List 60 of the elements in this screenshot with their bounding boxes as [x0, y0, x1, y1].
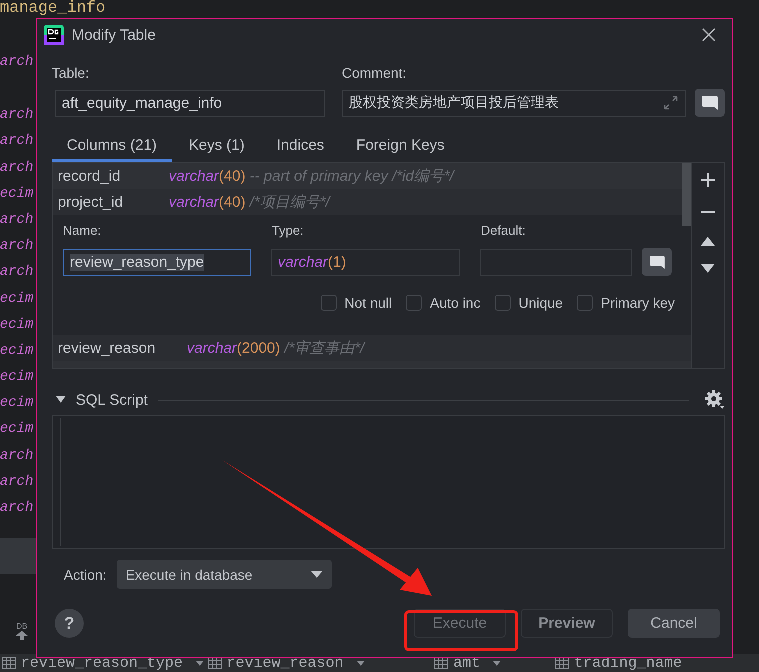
code-fragment: ecim	[0, 394, 34, 414]
code-fragment: ecim	[0, 420, 34, 440]
action-label: Action:	[64, 566, 107, 582]
code-fragment: arch	[0, 472, 34, 492]
option-checkbox[interactable]: Unique	[494, 295, 564, 311]
code-fragment: ecim	[0, 368, 34, 388]
code-fragment: ecim	[0, 290, 34, 308]
move-up-icon[interactable]	[701, 237, 715, 246]
move-down-icon[interactable]	[701, 264, 715, 273]
expand-icon[interactable]	[663, 95, 680, 111]
option-checkbox[interactable]: Auto inc	[406, 295, 481, 311]
dialog-title: Modify Table	[72, 26, 156, 44]
table-icon	[208, 657, 222, 669]
code-fragment: ecim	[0, 342, 34, 361]
code-fragment: arch	[0, 499, 34, 518]
dialog-button[interactable]: Preview	[521, 609, 613, 638]
speech-bubble-icon	[702, 96, 718, 110]
name-label: Name:	[63, 223, 102, 238]
table-name-field[interactable]: aft_equity_manage_info	[55, 90, 326, 116]
code-fragment: ecim	[0, 316, 34, 335]
code-fragment: ecim	[0, 184, 34, 204]
type-label: Type:	[272, 223, 305, 238]
code-fragment: arch	[0, 446, 34, 466]
comment-label: Comment:	[342, 65, 407, 83]
speech-bubble-icon	[650, 256, 664, 268]
table-icon	[434, 657, 448, 669]
dialog-button[interactable]: Cancel	[628, 609, 720, 638]
table-label: Table:	[52, 65, 90, 83]
code-fragment: arch	[0, 237, 34, 256]
result-column-tab[interactable]: trading_name	[553, 654, 759, 672]
option-checkbox[interactable]: Primary key	[577, 295, 675, 311]
scrollbar[interactable]	[682, 163, 691, 226]
comment-field[interactable]: 股权投资类房地产项目投后管理表	[342, 90, 686, 116]
code-fragment: arch	[0, 210, 34, 230]
app-logo-icon	[44, 25, 64, 45]
collapse-icon[interactable]	[56, 396, 66, 404]
code-fragment: arch	[0, 263, 34, 282]
tab[interactable]: Keys (1)	[174, 131, 260, 162]
name-field[interactable]: review_reason_type	[63, 248, 251, 276]
add-icon[interactable]	[701, 173, 715, 187]
comment-button[interactable]	[642, 248, 672, 276]
code-fragment: arch	[0, 106, 34, 126]
tab[interactable]: Foreign Keys	[341, 131, 460, 162]
tab[interactable]: Indices	[262, 131, 340, 162]
type-field[interactable]: varchar(1)	[271, 248, 460, 276]
table-icon	[555, 657, 570, 669]
caret-icon	[310, 571, 323, 578]
help-button[interactable]: ?	[55, 609, 84, 638]
option-checkbox[interactable]: Not null	[320, 295, 392, 311]
table-icon	[2, 657, 16, 669]
code-fragment: arch	[0, 132, 34, 152]
default-label: Default:	[481, 223, 526, 238]
code-fragment: arch	[0, 158, 34, 178]
settings-icon[interactable]	[705, 390, 725, 410]
close-icon[interactable]	[702, 28, 716, 42]
action-dropdown[interactable]: Execute in database	[116, 560, 332, 589]
code-fragment: arch	[0, 53, 34, 72]
code-fragment: manage_info	[0, 0, 106, 19]
section-title: SQL Script	[76, 392, 148, 408]
comment-button[interactable]	[695, 89, 725, 117]
